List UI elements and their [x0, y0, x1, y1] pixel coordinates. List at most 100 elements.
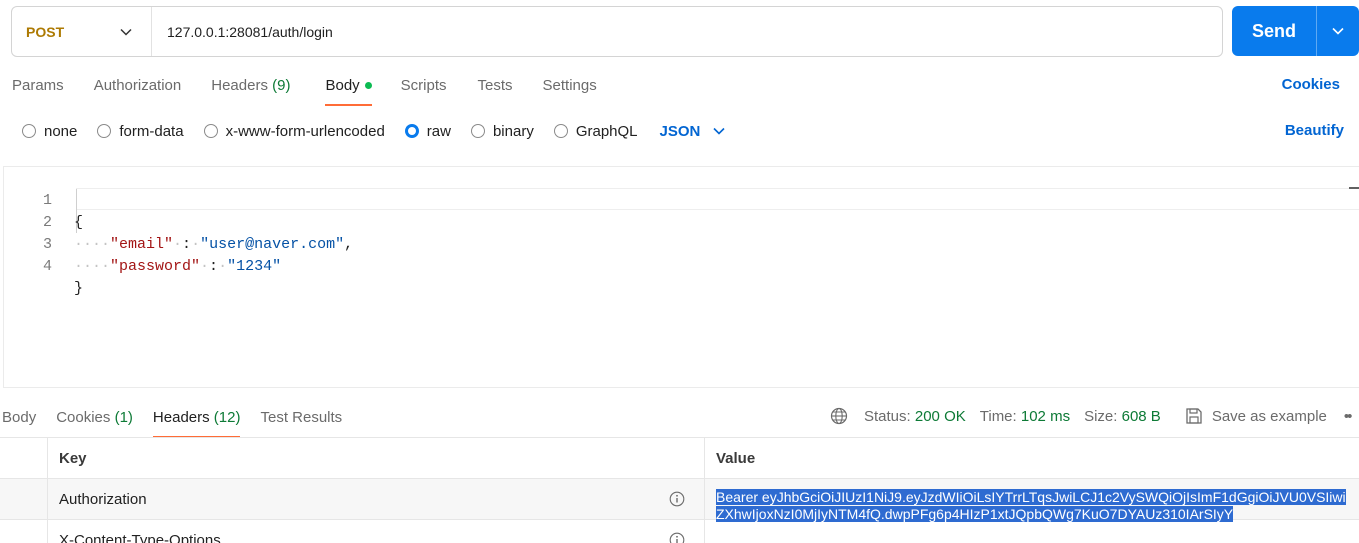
radio-form-data[interactable]: form-data: [97, 122, 184, 140]
header-key: X-Content-Type-Options: [59, 531, 221, 543]
radio-raw[interactable]: raw: [404, 122, 451, 140]
method-select[interactable]: POST: [12, 7, 152, 56]
save-as-example-button[interactable]: Save as example: [1185, 407, 1327, 425]
header-value-cell[interactable]: [705, 520, 1359, 543]
body-editor[interactable]: 1 { 2 ····"email"·:·"user@naver.com", 3 …: [3, 166, 1359, 388]
info-icon[interactable]: [669, 532, 685, 543]
tab-label: Tests: [477, 77, 513, 94]
row-gutter: [0, 520, 48, 543]
tab-label: Headers: [152, 409, 210, 426]
table-row[interactable]: X-Content-Type-Options: [0, 520, 1359, 543]
header-key-cell: Authorization: [48, 479, 705, 519]
tab-settings[interactable]: Settings: [543, 72, 597, 106]
body-format-select[interactable]: JSON: [660, 123, 727, 140]
response-headers-table: Key Value Authorization X-Content-Type-O…: [0, 437, 1359, 543]
code-line: 3 ····"password"·:·"1234": [4, 212, 1359, 275]
code-line: 1 {: [4, 168, 1359, 231]
code-line: 2 ····"email"·:·"user@naver.com",: [4, 190, 1359, 253]
time-info[interactable]: Time: 102 ms: [980, 408, 1070, 425]
tab-label: Settings: [542, 77, 597, 94]
cookies-link[interactable]: Cookies: [1282, 76, 1340, 93]
authorization-value-selected[interactable]: Bearer eyJhbGciOiJIUzI1NiJ9.eyJzdWIiOiLs…: [716, 489, 1346, 523]
tab-label: Cookies: [56, 409, 111, 426]
radio-label: GraphQL: [575, 122, 638, 140]
globe-icon[interactable]: [830, 407, 848, 425]
tab-authorization[interactable]: Authorization: [94, 72, 182, 106]
radio-binary[interactable]: binary: [470, 122, 534, 140]
authorization-value: Bearer eyJhbGciOiJIUzI1NiJ9.eyJzdWIiOiLs…: [716, 489, 1346, 522]
tab-response-headers[interactable]: Headers (12): [152, 404, 241, 438]
tab-label: Body: [2, 409, 37, 426]
tab-label: Test Results: [260, 409, 343, 426]
code-text: ····"password"·:·"1234": [74, 258, 282, 275]
tab-count: (9): [272, 77, 291, 94]
radio-circle: [404, 124, 419, 138]
radio-circle: [470, 124, 485, 138]
size-value: 608 B: [1121, 407, 1161, 425]
tab-count: (12): [213, 409, 241, 426]
tab-headers[interactable]: Headers (9): [211, 72, 290, 106]
code-line: 4 }: [4, 234, 1359, 297]
radio-none[interactable]: none: [22, 123, 77, 140]
header-key: Authorization: [59, 490, 147, 508]
method-label: POST: [26, 23, 65, 40]
beautify-button[interactable]: Beautify: [1285, 122, 1344, 139]
radio-label: x-www-form-urlencoded: [225, 122, 385, 140]
tab-params[interactable]: Params: [12, 72, 64, 106]
radio-label: raw: [426, 122, 451, 140]
send-button[interactable]: Send: [1232, 6, 1317, 56]
tab-label: Authorization: [93, 77, 182, 94]
body-format-label: JSON: [659, 122, 701, 140]
radio-label: none: [44, 122, 78, 140]
tab-response-cookies[interactable]: Cookies (1): [56, 404, 133, 438]
time-value: 102 ms: [1020, 407, 1071, 425]
tab-label: Params: [12, 77, 64, 94]
status-value: 200 OK: [914, 407, 966, 425]
request-tabs: Params Authorization Headers (9) Body Sc…: [0, 72, 597, 106]
tab-scripts[interactable]: Scripts: [401, 72, 447, 106]
tab-response-body[interactable]: Body: [2, 404, 36, 438]
tab-test-results[interactable]: Test Results: [260, 404, 342, 438]
tab-count: (1): [114, 409, 133, 426]
tab-tests[interactable]: Tests: [478, 72, 513, 106]
chevron-down-icon: [1332, 27, 1344, 35]
close-brace: }: [74, 280, 84, 297]
radio-graphql[interactable]: GraphQL: [553, 122, 638, 140]
row-gutter: [0, 438, 48, 478]
tab-label: Body: [325, 77, 360, 94]
chevron-down-icon: [119, 25, 133, 39]
more-options-icon[interactable]: ••: [1344, 408, 1352, 425]
size-info[interactable]: Size: 608 B: [1084, 408, 1161, 425]
body-type-options: none form-data x-www-form-urlencoded raw…: [22, 120, 726, 142]
line-number: 4: [42, 258, 52, 275]
send-button-group: Send: [1232, 6, 1359, 56]
size-label: Size:: [1084, 407, 1118, 425]
tab-label: Headers: [211, 77, 268, 94]
radio-circle: [553, 124, 568, 138]
table-header-row: Key Value: [0, 438, 1359, 479]
radio-label: binary: [492, 122, 534, 140]
column-header-value: Value: [716, 449, 756, 467]
request-url-bar: POST: [11, 6, 1223, 57]
json-value: "1234": [227, 258, 282, 275]
response-tabs: Body Cookies (1) Headers (12) Test Resul…: [0, 404, 342, 438]
row-gutter: [0, 479, 48, 519]
send-options-button[interactable]: [1317, 6, 1359, 56]
modified-dot-icon: [364, 81, 372, 89]
response-meta: Status: 200 OK Time: 102 ms Size: 608 B …: [830, 404, 1352, 428]
radio-circle: [22, 124, 36, 138]
save-as-example-label: Save as example: [1211, 407, 1327, 425]
radio-circle: [203, 124, 218, 138]
url-input[interactable]: [152, 7, 1222, 56]
radio-circle: [97, 124, 112, 138]
radio-label: form-data: [119, 122, 184, 140]
status-info[interactable]: Status: 200 OK: [864, 408, 966, 425]
tab-body[interactable]: Body: [325, 72, 372, 106]
radio-x-www-form-urlencoded[interactable]: x-www-form-urlencoded: [203, 122, 385, 140]
info-icon[interactable]: [669, 491, 685, 507]
json-key: "password": [110, 258, 201, 275]
code-text: }: [74, 278, 83, 300]
status-label: Status:: [864, 407, 911, 425]
time-label: Time:: [979, 407, 1017, 425]
tab-label: Scripts: [400, 77, 447, 94]
